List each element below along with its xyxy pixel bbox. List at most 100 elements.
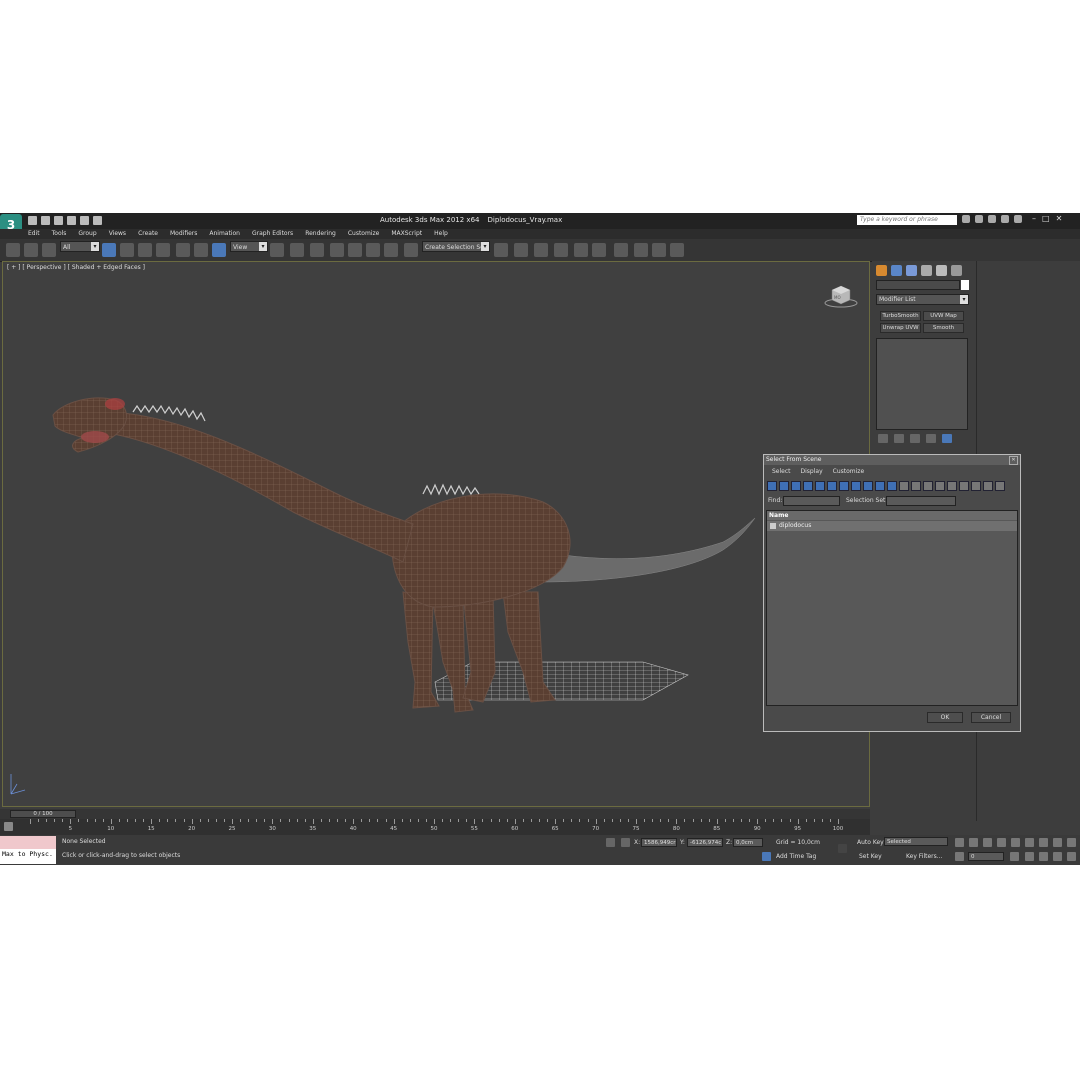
rendered-frame-window-icon[interactable] [652, 243, 666, 257]
selection-set-dropdown[interactable] [886, 496, 956, 506]
mirror-icon[interactable] [494, 243, 508, 257]
display-frozen-icon[interactable] [887, 481, 897, 491]
open-mini-curve-editor-icon[interactable] [4, 822, 13, 831]
bind-space-warp-icon[interactable] [42, 243, 56, 257]
uvw-map-button[interactable]: UVW Map [923, 311, 964, 321]
align-icon[interactable] [514, 243, 528, 257]
modify-tab-icon[interactable] [891, 265, 902, 276]
scene-object-list[interactable]: Name diplodocus [766, 510, 1018, 706]
select-object-icon[interactable] [102, 243, 116, 257]
project-folder-icon[interactable] [93, 216, 102, 225]
name-column-header[interactable]: Name [767, 511, 1017, 520]
menu-rendering[interactable]: Rendering [305, 229, 336, 239]
schematic-view-icon[interactable] [592, 243, 606, 257]
layer-manager-icon[interactable] [534, 243, 548, 257]
y-coordinate-field[interactable]: -6126,974c [687, 838, 723, 847]
window-crossing-icon[interactable] [156, 243, 170, 257]
display-geometry-icon[interactable] [767, 481, 777, 491]
configure-modifier-sets-icon[interactable] [942, 434, 952, 443]
modifier-list-dropdown[interactable]: Modifier List ▾ [876, 294, 969, 305]
menu-modifiers[interactable]: Modifiers [170, 229, 197, 239]
create-tab-icon[interactable] [876, 265, 887, 276]
z-coordinate-field[interactable]: 0,0cm [733, 838, 763, 847]
select-and-link-icon[interactable] [6, 243, 20, 257]
maximize-button[interactable]: □ [1042, 214, 1050, 223]
communication-icon[interactable] [988, 215, 996, 223]
snaps-toggle-icon[interactable] [330, 243, 344, 257]
add-time-tag-button[interactable]: Add Time Tag [776, 853, 816, 860]
menu-edit[interactable]: Edit [28, 229, 40, 239]
set-key-button[interactable]: Set Key [859, 853, 882, 860]
curve-editor-icon[interactable] [574, 243, 588, 257]
motion-tab-icon[interactable] [921, 265, 932, 276]
edit-named-selection-icon[interactable] [404, 243, 418, 257]
time-slider-thumb[interactable]: 0 / 100 [10, 810, 76, 818]
zoom-all-icon[interactable] [1039, 838, 1048, 847]
menu-group[interactable]: Group [78, 229, 96, 239]
object-name-field[interactable] [876, 280, 960, 290]
time-slider[interactable]: 0 / 100 [0, 809, 870, 819]
dialog-menu-customize[interactable]: Customize [833, 467, 865, 477]
sort-icon[interactable] [959, 481, 969, 491]
select-all-icon[interactable] [899, 481, 909, 491]
display-shapes-icon[interactable] [779, 481, 789, 491]
dialog-menu-select[interactable]: Select [772, 467, 791, 477]
minimize-button[interactable]: – [1032, 214, 1036, 223]
dialog-menu-display[interactable]: Display [801, 467, 823, 477]
select-by-name-icon[interactable] [120, 243, 134, 257]
display-xrefs-icon[interactable] [851, 481, 861, 491]
remove-modifier-icon[interactable] [926, 434, 936, 443]
select-manipulate-icon[interactable] [290, 243, 304, 257]
menu-create[interactable]: Create [138, 229, 158, 239]
hierarchy-tab-icon[interactable] [906, 265, 917, 276]
go-to-start-icon[interactable] [955, 838, 964, 847]
move-icon[interactable] [176, 243, 190, 257]
auto-key-button[interactable]: Auto Key [857, 839, 884, 846]
list-view-icon[interactable] [935, 481, 945, 491]
next-frame-icon[interactable] [997, 838, 1006, 847]
close-icon[interactable]: ✕ [1009, 456, 1018, 465]
key-icon[interactable] [838, 844, 847, 853]
keyboard-shortcut-icon[interactable] [310, 243, 324, 257]
utilities-tab-icon[interactable] [951, 265, 962, 276]
angle-snap-icon[interactable] [348, 243, 362, 257]
close-button[interactable]: ✕ [1056, 214, 1063, 223]
object-color-swatch[interactable] [961, 280, 969, 290]
go-to-end-icon[interactable] [1011, 838, 1020, 847]
selection-filter-dropdown[interactable]: All ▾ [60, 241, 100, 252]
zoom-icon[interactable] [1025, 838, 1034, 847]
key-mode-dropdown[interactable]: Selected [884, 837, 948, 846]
redo-icon[interactable] [80, 216, 89, 225]
track-bar[interactable]: 5 10 15 20 25 30 35 40 45 50 55 60 65 70 75 80 85 90 95 100 [0, 819, 870, 835]
display-cameras-icon[interactable] [803, 481, 813, 491]
maximize-viewport-icon[interactable] [1067, 852, 1076, 861]
zoom-extents-all-icon[interactable] [1067, 838, 1076, 847]
scale-icon[interactable] [212, 243, 226, 257]
rectangular-selection-icon[interactable] [138, 243, 152, 257]
spinner-snap-icon[interactable] [384, 243, 398, 257]
find-input[interactable] [783, 496, 840, 506]
unwrap-uvw-button[interactable]: Unwrap UVW [880, 323, 921, 333]
new-file-icon[interactable] [28, 216, 37, 225]
x-coordinate-field[interactable]: 1586,949cr [641, 838, 677, 847]
help-icon[interactable] [1014, 215, 1022, 223]
filter-icon[interactable] [983, 481, 993, 491]
maxscript-listener[interactable]: Max to Physc. [0, 836, 56, 864]
perspective-viewport[interactable]: [ + ] [ Perspective ] [ Shaded + Edged F… [2, 261, 870, 807]
filter-options-icon[interactable] [995, 481, 1005, 491]
select-none-icon[interactable] [911, 481, 921, 491]
render-production-icon[interactable] [670, 243, 684, 257]
percent-snap-icon[interactable] [366, 243, 380, 257]
menu-help[interactable]: Help [434, 229, 448, 239]
binoculars-icon[interactable] [962, 215, 970, 223]
menu-tools[interactable]: Tools [52, 229, 67, 239]
pivot-center-icon[interactable] [270, 243, 284, 257]
find-case-icon[interactable] [971, 481, 981, 491]
pan-view-icon[interactable] [1039, 852, 1048, 861]
favorites-star-icon[interactable] [1001, 215, 1009, 223]
open-file-icon[interactable] [41, 216, 50, 225]
menu-maxscript[interactable]: MAXScript [391, 229, 422, 239]
lock-icon[interactable] [606, 838, 615, 847]
field-of-view-icon[interactable] [1025, 852, 1034, 861]
help-search-input[interactable]: Type a keyword or phrase [857, 215, 957, 225]
